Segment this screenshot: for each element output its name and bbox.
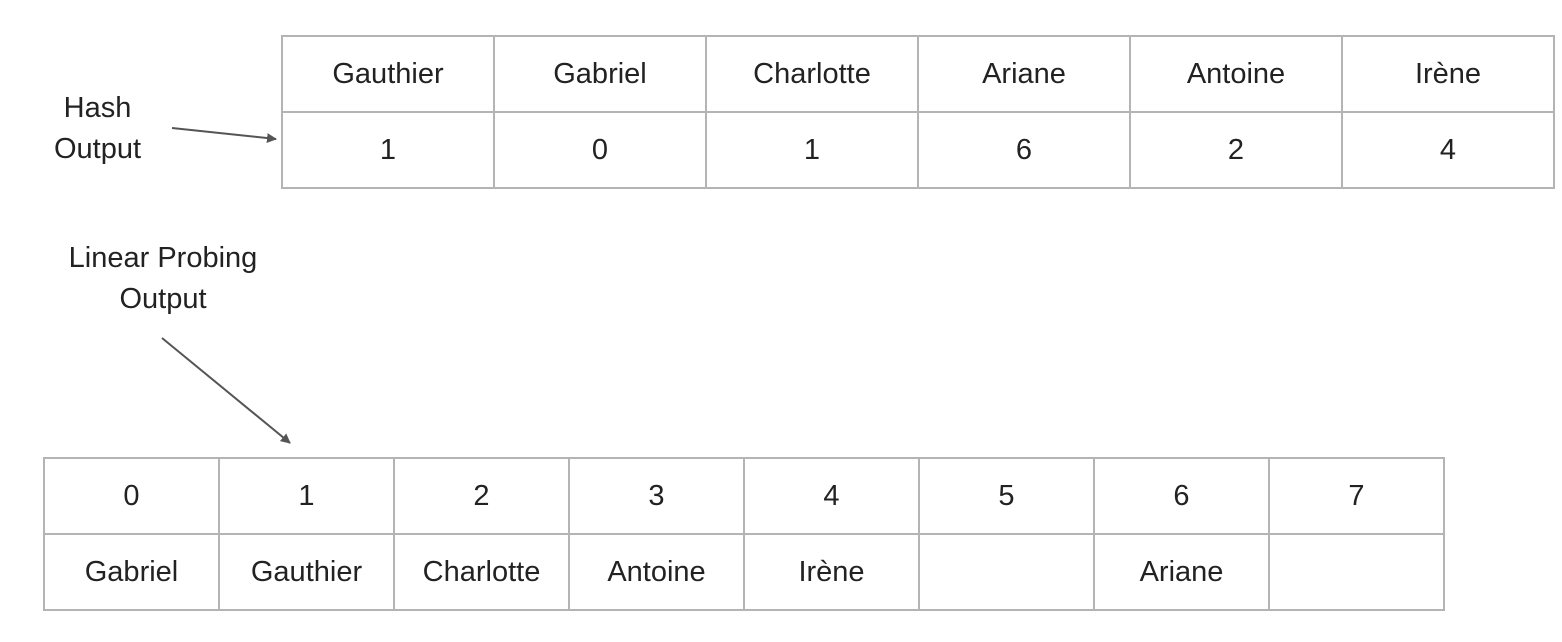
probe-index-cell: 6: [1093, 457, 1270, 535]
hash-output-label: Hash Output: [40, 88, 155, 170]
probe-index-cell: 5: [918, 457, 1095, 535]
probe-slot-cell: [1268, 533, 1445, 611]
hash-output-label-line-2: Output: [53, 133, 142, 165]
probe-table-index-row: 0 1 2 3 4 5 6 7: [43, 457, 1445, 535]
hash-output-table: Gauthier Gabriel Charlotte Ariane Antoin…: [281, 35, 1555, 189]
probe-index-cell: 0: [43, 457, 220, 535]
hash-name-cell: Gabriel: [493, 35, 707, 113]
probe-slot-cell: Charlotte: [393, 533, 570, 611]
probe-slot-cell: Irène: [743, 533, 920, 611]
hash-name-cell: Charlotte: [705, 35, 919, 113]
hash-output-arrow: [171, 127, 277, 144]
hash-value-cell: 1: [705, 111, 919, 189]
probe-slot-cell: [918, 533, 1095, 611]
probe-table-slot-row: Gabriel Gauthier Charlotte Antoine Irène…: [43, 533, 1445, 611]
linear-probing-output-label-line-2: Output: [119, 283, 207, 315]
hash-output-label-line-1: Hash: [63, 92, 132, 124]
linear-probing-table: 0 1 2 3 4 5 6 7 Gabriel Gauthier Charlot…: [43, 457, 1445, 611]
probe-index-cell: 7: [1268, 457, 1445, 535]
hash-value-cell: 1: [281, 111, 495, 189]
linear-probing-output-label-line-1: Linear Probing: [68, 242, 258, 274]
linear-probing-output-label: Linear Probing Output: [40, 238, 286, 320]
hash-name-cell: Irène: [1341, 35, 1555, 113]
linear-probing-arrow: [161, 337, 291, 444]
hash-name-cell: Gauthier: [281, 35, 495, 113]
probe-index-cell: 2: [393, 457, 570, 535]
hash-value-cell: 2: [1129, 111, 1343, 189]
hash-table-value-row: 1 0 1 6 2 4: [281, 111, 1555, 189]
hash-name-cell: Antoine: [1129, 35, 1343, 113]
hash-value-cell: 6: [917, 111, 1131, 189]
probe-slot-cell: Gabriel: [43, 533, 220, 611]
hash-name-cell: Ariane: [917, 35, 1131, 113]
hash-table-name-row: Gauthier Gabriel Charlotte Ariane Antoin…: [281, 35, 1555, 113]
probe-slot-cell: Ariane: [1093, 533, 1270, 611]
probe-slot-cell: Gauthier: [218, 533, 395, 611]
hash-value-cell: 0: [493, 111, 707, 189]
probe-slot-cell: Antoine: [568, 533, 745, 611]
probe-index-cell: 1: [218, 457, 395, 535]
probe-index-cell: 4: [743, 457, 920, 535]
hash-value-cell: 4: [1341, 111, 1555, 189]
probe-index-cell: 3: [568, 457, 745, 535]
